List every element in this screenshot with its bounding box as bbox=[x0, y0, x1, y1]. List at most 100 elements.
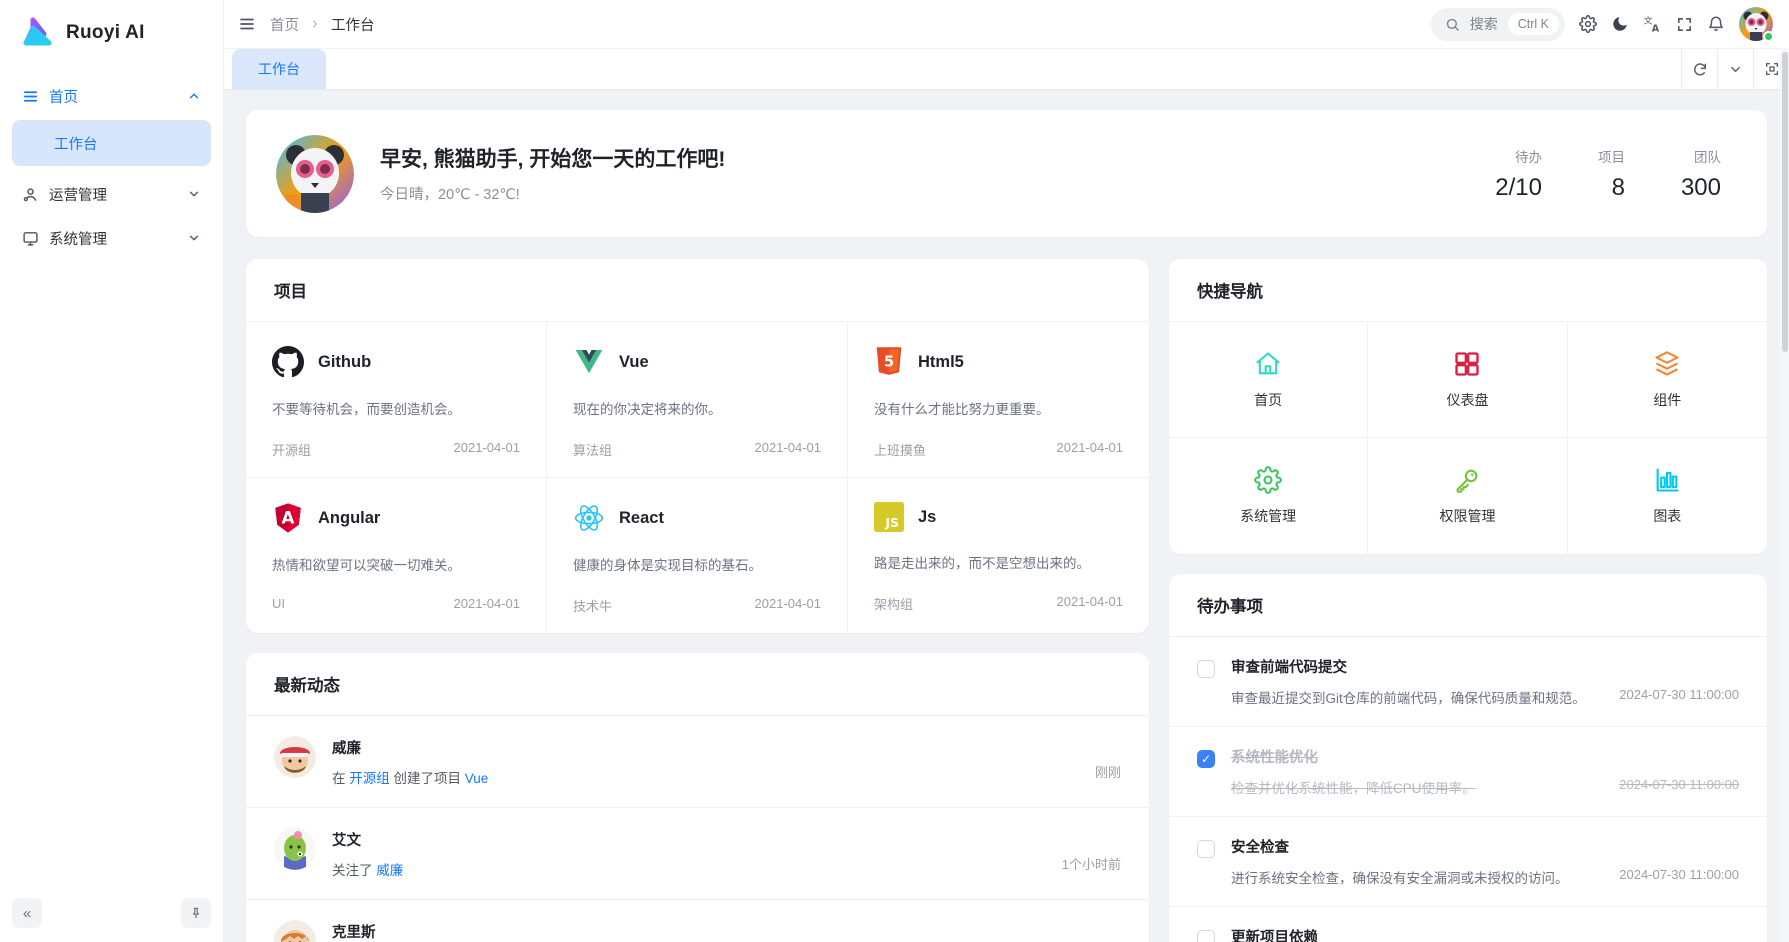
todo-desc: 检查并优化系统性能，降低CPU使用率。 bbox=[1231, 777, 1476, 797]
chevron-up-icon bbox=[187, 89, 201, 103]
quicknav-dashboard[interactable]: 仪表盘 bbox=[1368, 322, 1567, 438]
avatar-chris bbox=[274, 920, 316, 942]
todo-time: 2024-07-30 11:00:00 bbox=[1619, 867, 1739, 887]
sidebar-item-system[interactable]: 系统管理 bbox=[12, 216, 211, 260]
project-date: 2021-04-01 bbox=[454, 440, 521, 459]
quicknav-grid: 首页 仪表盘 bbox=[1169, 322, 1767, 554]
activity-link-group[interactable]: 开源组 bbox=[349, 771, 390, 786]
activity-link-user[interactable]: 威廉 bbox=[376, 863, 403, 878]
logo[interactable]: Ruoyi AI bbox=[0, 0, 223, 74]
welcome-card: 早安, 熊猫助手, 开始您一天的工作吧! 今日晴，20℃ - 32℃! 待办 2… bbox=[246, 110, 1767, 237]
activity-user-name: 克里斯 bbox=[332, 921, 1072, 942]
html5-icon: 5 bbox=[874, 346, 904, 378]
quicknav-components[interactable]: 组件 bbox=[1568, 322, 1767, 438]
project-name: Html5 bbox=[918, 353, 964, 372]
project-cell-js[interactable]: JS Js 路是走出来的，而不是空想出来的。 架构组 2021-04-01 bbox=[848, 478, 1149, 633]
notification-bell-icon[interactable] bbox=[1707, 15, 1725, 33]
user-icon bbox=[22, 186, 39, 203]
quicknav-permissions[interactable]: 权限管理 bbox=[1368, 438, 1567, 554]
tab-dropdown-chevron-icon[interactable] bbox=[1717, 49, 1753, 89]
activity-text: 创建了项目 bbox=[390, 771, 465, 786]
quicknav-charts[interactable]: 图表 bbox=[1568, 438, 1767, 554]
avatar-evan bbox=[274, 828, 316, 870]
breadcrumb: 首页 工作台 bbox=[270, 14, 375, 35]
layers-icon bbox=[1653, 350, 1681, 378]
activity-time: 1个小时前 bbox=[1062, 828, 1121, 873]
activity-card: 最新动态 bbox=[246, 653, 1149, 942]
search-shortcut-badge: Ctrl K bbox=[1508, 13, 1559, 35]
chevron-down-icon bbox=[187, 187, 201, 201]
project-date: 2021-04-01 bbox=[755, 596, 822, 615]
refresh-icon[interactable] bbox=[1681, 49, 1717, 89]
online-status-dot bbox=[1763, 31, 1774, 42]
settings-gear-icon[interactable] bbox=[1579, 15, 1597, 33]
todo-body: 系统性能优化 检查并优化系统性能，降低CPU使用率。 2024-07-30 11… bbox=[1231, 746, 1739, 797]
breadcrumb-home[interactable]: 首页 bbox=[270, 14, 299, 35]
stat-projects: 项目 8 bbox=[1598, 146, 1625, 202]
main-area: 首页 工作台 搜索 Ctrl K bbox=[224, 0, 1789, 942]
todo-desc: 进行系统安全检查，确保没有安全漏洞或未授权的访问。 bbox=[1231, 867, 1569, 887]
stat-label: 项目 bbox=[1598, 146, 1625, 166]
project-cell-react[interactable]: React 健康的身体是实现目标的基石。 技术牛 2021-04-01 bbox=[547, 478, 848, 633]
avatar-william bbox=[274, 736, 316, 778]
activity-user-name: 艾文 bbox=[332, 829, 1046, 850]
hamburger-menu-icon[interactable] bbox=[238, 15, 256, 33]
todo-title: 更新项目依赖 bbox=[1231, 926, 1739, 942]
angular-icon: A bbox=[272, 502, 304, 534]
sidebar-item-label: 首页 bbox=[49, 86, 177, 107]
project-cell-angular[interactable]: A Angular 热情和欲望可以突破一切难关。 UI 2021-04-01 bbox=[246, 478, 547, 633]
todo-checkbox[interactable] bbox=[1197, 840, 1215, 858]
project-date: 2021-04-01 bbox=[1057, 594, 1124, 613]
monitor-icon bbox=[22, 230, 39, 247]
activity-text: 在 bbox=[332, 771, 349, 786]
project-group: UI bbox=[272, 596, 285, 611]
project-cell-html5[interactable]: 5 Html5 没有什么才能比努力更重要。 上班摸鱼 2021-04-01 bbox=[848, 322, 1149, 478]
project-cell-vue[interactable]: Vue 现在的你决定将来的你。 算法组 2021-04-01 bbox=[547, 322, 848, 478]
activity-card-title: 最新动态 bbox=[246, 653, 1149, 716]
quicknav-label: 权限管理 bbox=[1439, 506, 1495, 526]
quicknav-home[interactable]: 首页 bbox=[1169, 322, 1368, 438]
welcome-texts: 早安, 熊猫助手, 开始您一天的工作吧! 今日晴，20℃ - 32℃! bbox=[380, 143, 1469, 204]
project-name: React bbox=[619, 509, 664, 528]
project-cell-github[interactable]: Github 不要等待机会，而要创造机会。 开源组 2021-04-01 bbox=[246, 322, 547, 478]
project-name: Vue bbox=[619, 353, 649, 372]
todo-checkbox[interactable] bbox=[1197, 930, 1215, 942]
stat-value: 8 bbox=[1598, 174, 1625, 202]
dark-mode-moon-icon[interactable] bbox=[1611, 15, 1629, 33]
search-placeholder: 搜索 bbox=[1470, 14, 1498, 34]
todo-checkbox[interactable] bbox=[1197, 660, 1215, 678]
translate-icon[interactable]: 文 A bbox=[1643, 15, 1662, 34]
todo-body: 更新项目依赖 bbox=[1231, 926, 1739, 942]
bar-chart-icon bbox=[1653, 466, 1681, 494]
tab-workbench[interactable]: 工作台 bbox=[232, 49, 326, 89]
gear-icon bbox=[1254, 466, 1282, 494]
svg-text:5: 5 bbox=[884, 353, 894, 370]
collapse-sidebar-button[interactable]: « bbox=[12, 898, 42, 928]
activity-body: 威廉 在 开源组 创建了项目 Vue bbox=[332, 736, 1079, 787]
breadcrumb-current: 工作台 bbox=[331, 14, 375, 35]
svg-text:JS: JS bbox=[884, 515, 899, 530]
chevron-down-icon bbox=[187, 231, 201, 245]
sidebar-item-operations[interactable]: 运营管理 bbox=[12, 172, 211, 216]
pin-icon[interactable] bbox=[181, 898, 211, 928]
project-group: 技术牛 bbox=[573, 596, 612, 615]
activity-time: 1天前 bbox=[1088, 920, 1121, 942]
activity-link-project[interactable]: Vue bbox=[465, 771, 489, 786]
quicknav-system[interactable]: 系统管理 bbox=[1169, 438, 1368, 554]
user-avatar[interactable] bbox=[1739, 7, 1773, 41]
sidebar-item-home[interactable]: 首页 bbox=[12, 74, 211, 118]
todo-checkbox-checked[interactable]: ✓ bbox=[1197, 750, 1215, 768]
scrollbar[interactable] bbox=[1780, 48, 1789, 942]
sidebar-item-workbench[interactable]: 工作台 bbox=[12, 120, 211, 166]
app-root: Ruoyi AI 首页 工作台 bbox=[0, 0, 1789, 942]
sidebar-menu: 首页 工作台 运营管理 bbox=[0, 74, 223, 888]
todo-row: 审查前端代码提交 审查最近提交到Git仓库的前端代码，确保代码质量和规范。 20… bbox=[1169, 637, 1767, 727]
todo-time: 2024-07-30 11:00:00 bbox=[1619, 687, 1739, 707]
quicknav-card-title: 快捷导航 bbox=[1169, 259, 1767, 322]
search-input[interactable]: 搜索 Ctrl K bbox=[1431, 8, 1565, 41]
scrollbar-thumb[interactable] bbox=[1782, 52, 1788, 352]
project-desc: 现在的你决定将来的你。 bbox=[573, 398, 821, 418]
project-desc: 路是走出来的，而不是空想出来的。 bbox=[874, 552, 1123, 572]
todo-row: 安全检查 进行系统安全检查，确保没有安全漏洞或未授权的访问。 2024-07-3… bbox=[1169, 817, 1767, 907]
fullscreen-icon[interactable] bbox=[1676, 16, 1693, 33]
